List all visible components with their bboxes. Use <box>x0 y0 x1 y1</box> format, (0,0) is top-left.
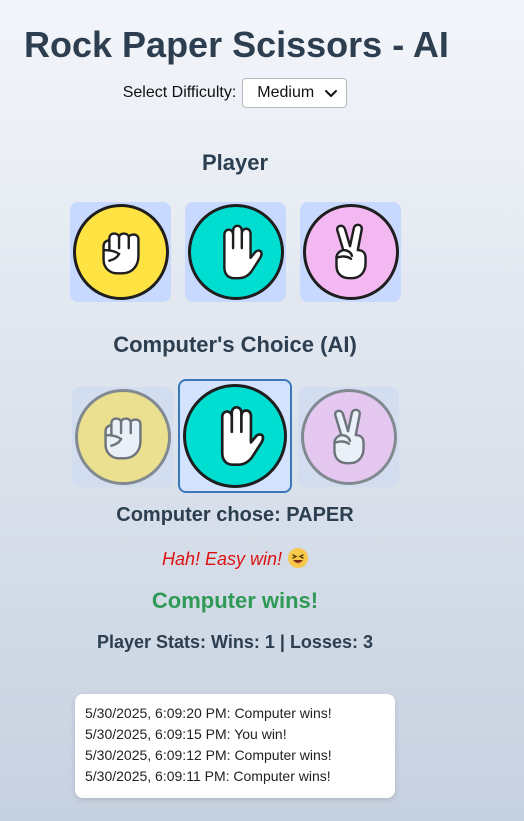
paper-circle <box>183 384 287 488</box>
chevron-down-icon <box>325 90 338 97</box>
fist-icon <box>101 232 140 275</box>
difficulty-label: Select Difficulty: <box>122 84 237 101</box>
taunt-text: Hah! Easy win! <box>161 549 283 569</box>
difficulty-selected-value: Medium <box>257 84 315 101</box>
scissors-circle <box>302 204 399 300</box>
computer-scissors-tile <box>298 387 399 487</box>
page-title: Rock Paper Scissors - AI <box>24 24 449 65</box>
player-choices <box>70 202 401 302</box>
peace-sign-icon <box>332 408 365 465</box>
player-rock-button[interactable] <box>70 202 171 302</box>
open-hand-icon <box>220 405 265 467</box>
paper-circle <box>187 204 284 300</box>
rock-circle <box>72 204 169 300</box>
history-entry: 5/30/2025, 6:09:11 PM: Computer wins! <box>85 768 331 784</box>
history-entry: 5/30/2025, 6:09:20 PM: Computer wins! <box>85 705 332 721</box>
player-heading: Player <box>201 150 269 175</box>
peace-sign-icon <box>334 223 367 280</box>
laughing-face-icon <box>288 548 309 568</box>
fist-icon <box>103 417 142 460</box>
taunt-message: Hah! Easy win! <box>0 548 470 570</box>
computer-rock-tile <box>72 387 173 487</box>
player-paper-button[interactable] <box>185 202 286 302</box>
scissors-circle <box>300 389 397 485</box>
player-scissors-button[interactable] <box>300 202 401 302</box>
computer-choice-text: Computer chose: PAPER <box>116 504 354 526</box>
game-result: Computer wins! <box>151 588 319 613</box>
difficulty-select[interactable]: Medium <box>242 78 348 108</box>
computer-paper-tile <box>178 379 292 493</box>
history-entry: 5/30/2025, 6:09:15 PM: You win! <box>85 726 287 742</box>
open-hand-icon <box>222 224 263 280</box>
difficulty-selector: Select Difficulty: Medium <box>0 78 470 108</box>
history-entry: 5/30/2025, 6:09:12 PM: Computer wins! <box>85 747 332 763</box>
game-history-log: 5/30/2025, 6:09:20 PM: Computer wins! 5/… <box>75 694 395 798</box>
computer-heading: Computer's Choice (AI) <box>113 332 357 357</box>
rock-circle <box>74 389 171 485</box>
player-stats: Player Stats: Wins: 1 | Losses: 3 <box>97 632 373 652</box>
